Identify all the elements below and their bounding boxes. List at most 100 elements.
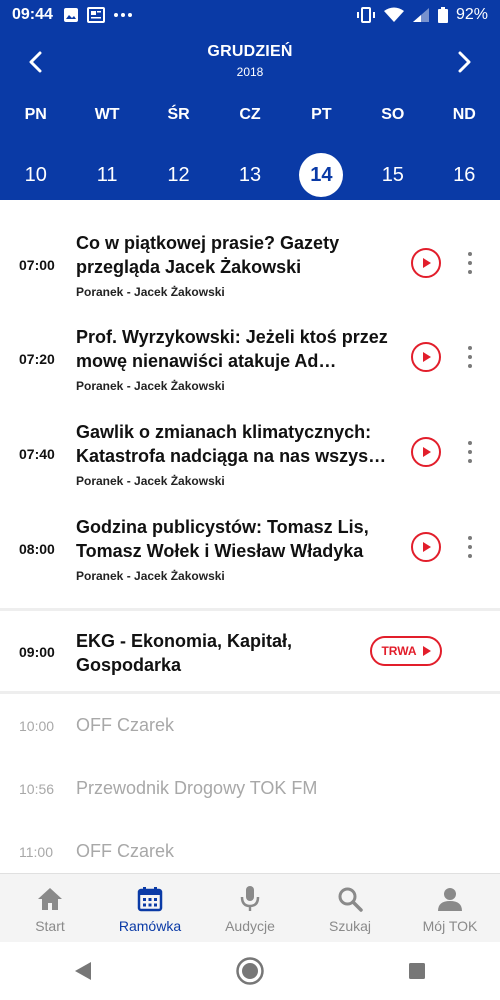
next-week-button[interactable] [450,47,480,77]
nav-label: Mój TOK [422,918,478,934]
episode-time: 07:40 [19,446,55,462]
news-icon [86,6,105,23]
day-name: PN [24,106,47,123]
user-icon [438,888,462,911]
episode-title: Godzina publicystów: Tomasz Lis, Tomasz … [76,517,369,561]
more-options-button[interactable] [462,252,478,274]
system-home-button[interactable] [230,951,270,991]
play-button[interactable] [411,248,441,278]
episode-time: 07:20 [19,351,55,367]
play-icon [423,447,431,457]
day-number[interactable]: 16 [442,153,486,197]
live-program-title: EKG - Ekonomia, Kapitał, Gospodarka [76,631,293,675]
day-name: CZ [239,106,261,123]
battery-level: 92% [455,5,488,23]
day-column: CZ 13 [214,103,285,197]
more-notifications-icon [113,12,132,17]
chevron-right-icon [458,51,471,73]
day-column: PT 14 [286,103,357,197]
episode-row[interactable]: 08:00 Godzina publicystów: Tomasz Lis, T… [0,509,500,604]
app-screen: 09:44 92% GRUDZIEŃ 2018 PN 10 WT 11 ŚR 1… [0,0,500,1000]
bottom-navigation: Start Ramówka Audycje Szukaj Mój TOK [0,873,500,942]
day-column: ŚR 12 [143,103,214,197]
signal-icon [412,7,429,22]
episode-title: Prof. Wyrzykowski: Jeżeli ktoś przez mow… [76,327,388,371]
day-column: SO 15 [357,103,428,197]
day-number[interactable]: 12 [157,153,201,197]
schedule-list[interactable]: 07:00 Co w piątkowej prasie? Gazety prze… [0,200,500,873]
day-name: SO [381,106,405,123]
day-number-selected[interactable]: 14 [299,153,344,197]
home-icon [38,888,62,910]
more-options-button[interactable] [462,441,478,463]
episode-title: Gawlik o zmianach klimatycznych: Katastr… [76,422,387,466]
episode-subtitle: Poranek - Jacek Żakowski [76,379,225,393]
upcoming-program-time: 10:56 [19,781,55,797]
live-program-time: 09:00 [19,644,55,660]
live-badge-button[interactable]: TRWA [370,636,442,666]
status-time: 09:44 [12,5,53,23]
play-button[interactable] [411,532,441,562]
nav-moj-tok[interactable]: Mój TOK [400,874,500,942]
episode-time: 07:00 [19,257,55,273]
upcoming-program-title: OFF Czarek [76,841,175,861]
battery-icon [437,6,448,23]
episode-subtitle: Poranek - Jacek Żakowski [76,569,225,583]
live-badge-label: TRWA [381,644,417,658]
episode-row[interactable]: 07:40 Gawlik o zmianach klimatycznych: K… [0,414,500,509]
play-button[interactable] [411,437,441,467]
section-divider [0,691,500,694]
play-icon [423,352,431,362]
calendar-header: GRUDZIEŃ 2018 PN 10 WT 11 ŚR 12 CZ 13 PT… [0,29,500,200]
nav-label: Start [35,918,65,934]
day-number[interactable]: 15 [371,153,415,197]
day-column: PN 10 [0,103,71,197]
nav-label: Ramówka [118,918,182,934]
episode-title: Co w piątkowej prasie? Gazety przegląda … [76,233,340,277]
nav-start[interactable]: Start [0,874,100,942]
episode-subtitle: Poranek - Jacek Żakowski [76,474,225,488]
week-days: PN 10 WT 11 ŚR 12 CZ 13 PT 14 SO 15 ND 1… [0,103,500,197]
clipped-previous-item [76,200,276,206]
more-options-button[interactable] [462,536,478,558]
play-icon [423,542,431,552]
more-options-button[interactable] [462,346,478,368]
nav-label: Audycje [225,918,275,934]
notification-icons [63,6,133,23]
calendar-icon [137,887,163,912]
day-number[interactable]: 13 [228,153,272,197]
year-title: 2018 [236,65,264,79]
day-column: ND 16 [429,103,500,197]
recents-square-icon [408,963,425,979]
nav-szukaj[interactable]: Szukaj [300,874,400,942]
upcoming-program-time: 11:00 [19,844,53,860]
nav-audycje[interactable]: Audycje [200,874,300,942]
day-number[interactable]: 10 [14,153,58,197]
day-name: WT [94,106,120,123]
play-icon [422,646,431,656]
episode-time: 08:00 [19,541,55,557]
nav-ramowka[interactable]: Ramówka [100,874,200,942]
upcoming-program-row[interactable]: 11:00 OFF Czarek [0,826,500,873]
episode-row[interactable]: 07:00 Co w piątkowej prasie? Gazety prze… [0,224,500,319]
play-button[interactable] [411,342,441,372]
home-circle-icon [236,957,264,985]
month-title: GRUDZIEŃ [207,43,293,60]
upcoming-program-title: OFF Czarek [76,715,175,735]
upcoming-program-row[interactable]: 10:00 OFF Czarek [0,700,500,760]
image-icon [63,7,78,22]
nav-label: Szukaj [328,918,372,934]
system-recents-button[interactable] [397,951,437,991]
live-program-row[interactable]: 09:00 EKG - Ekonomia, Kapitał, Gospodark… [0,611,500,691]
system-status: 92% [356,6,488,24]
vibrate-icon [356,6,375,23]
system-back-button[interactable] [63,951,103,991]
search-icon [338,887,363,912]
upcoming-program-row[interactable]: 10:56 Przewodnik Drogowy TOK FM [0,763,500,823]
episode-row[interactable]: 07:20 Prof. Wyrzykowski: Jeżeli ktoś prz… [0,319,500,414]
episode-subtitle: Poranek - Jacek Żakowski [76,285,225,299]
wifi-icon [383,7,404,22]
status-bar: 09:44 92% [0,0,500,29]
day-number[interactable]: 11 [85,153,129,197]
day-name: ŚR [167,106,190,123]
